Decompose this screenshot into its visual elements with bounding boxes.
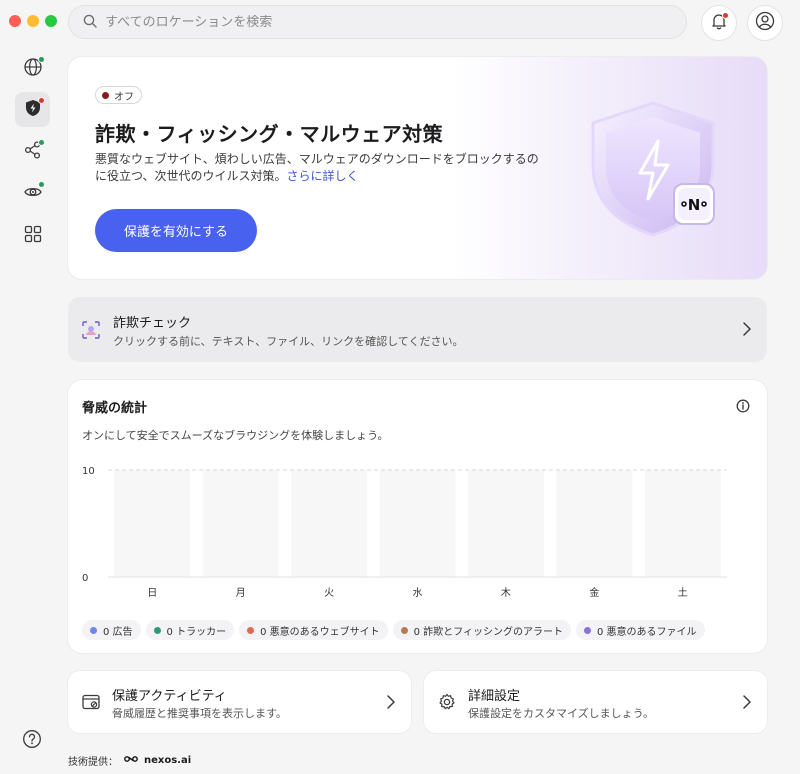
scam-check-subtitle: クリックする前に、テキスト、ファイル、リンクを確認してください。 [113, 335, 464, 348]
legend-color-dot [583, 626, 591, 634]
sidebar-item-web-protection[interactable] [15, 51, 50, 86]
legend-label: 0 悪意のあるウェブサイト [260, 626, 380, 638]
status-dot [38, 181, 45, 188]
legend-item: 0 悪意のあるファイル [575, 620, 705, 640]
x-tick-label: 金 [589, 586, 599, 599]
search-icon [83, 13, 97, 32]
bar-column-bg [114, 470, 191, 577]
status-dot [102, 91, 109, 99]
stats-subtitle: オンにして安全でスムーズなブラウジングを体験しましょう。 [82, 429, 389, 442]
chevron-right-icon [742, 321, 752, 341]
y-tick-label: 0 [82, 573, 88, 584]
bar-column-bg [379, 470, 456, 577]
notification-dot [722, 12, 729, 19]
protection-activity-card[interactable]: 保護アクティビティ 脅威履歴と推奨事項を表示します。 [68, 671, 411, 733]
bar-column-bg [467, 470, 544, 577]
legend-color-dot [153, 626, 161, 634]
x-tick-label: 水 [413, 587, 423, 599]
info-icon[interactable] [736, 398, 750, 417]
x-tick-label: 日 [147, 588, 157, 599]
legend-item: 0 トラッカー [145, 620, 235, 640]
scam-check-row[interactable]: 詐欺チェック クリックする前に、テキスト、ファイル、リンクを確認してください。 [68, 297, 767, 362]
account-button[interactable] [747, 5, 783, 41]
threat-protection-card: オフ 詐欺・フィッシング・マルウェア対策 悪質なウェブサイト、煩わしい広告、マル… [68, 57, 767, 279]
threat-chart: 0 10 日 月 火 水 木 金 土 [82, 466, 727, 599]
zoom-window-button[interactable] [45, 15, 57, 27]
gear-icon [437, 692, 457, 716]
enable-protection-button[interactable]: 保護を有効にする [95, 209, 257, 252]
help-icon[interactable] [22, 729, 42, 753]
learn-more-link[interactable]: さらに詳しく [287, 169, 359, 183]
chevron-right-icon [742, 694, 752, 714]
x-tick-label: 月 [236, 587, 246, 599]
activity-window-icon [81, 692, 101, 716]
x-tick-label: 火 [324, 587, 334, 599]
legend-label: 0 トラッカー [166, 626, 227, 638]
bar-column-bg [644, 470, 721, 577]
minimize-window-button[interactable] [27, 15, 39, 27]
legend-label: 0 詐欺とフィッシングのアラート [413, 626, 563, 638]
scam-check-title: 詐欺チェック [113, 316, 192, 331]
x-tick-label: 土 [678, 586, 688, 599]
protection-activity-subtitle: 脅威履歴と推奨事項を表示します。 [112, 707, 287, 720]
search-input[interactable] [105, 14, 665, 30]
sidebar-item-dark-web-monitor[interactable] [15, 176, 50, 211]
chart-legend: 0 広告 0 トラッカー 0 悪意のあるウェブサイト 0 詐欺とフィッシングのアラート… [82, 620, 705, 640]
brand-name: nexos.ai [144, 755, 192, 766]
user-icon [755, 11, 775, 35]
legend-color-dot [400, 626, 408, 634]
grid-icon [23, 224, 43, 248]
legend-item: 0 悪意のあるウェブサイト [239, 620, 388, 640]
stats-title: 脅威の統計 [82, 401, 148, 416]
sidebar-item-threat-protection[interactable] [15, 92, 50, 127]
threat-stats-card: 脅威の統計 オンにして安全でスムーズなブラウジングを体験しましょう。 0 10 日 月… [68, 380, 767, 653]
bar-column-bg [291, 470, 368, 577]
powered-by-label: 技術提供： [68, 757, 118, 768]
advanced-settings-card[interactable]: 詳細設定 保護設定をカスタマイズしましょう。 [424, 671, 767, 733]
shield-illustration-icon: N [588, 95, 738, 249]
page-title: 詐欺・フィッシング・マルウェア対策 [95, 122, 444, 146]
status-dot [38, 97, 45, 104]
status-badge: オフ [95, 86, 142, 104]
legend-label: 0 広告 [103, 626, 133, 638]
sidebar-item-apps[interactable] [15, 218, 50, 253]
chevron-right-icon [386, 694, 396, 714]
svg-text:N: N [688, 196, 701, 214]
protection-activity-title: 保護アクティビティ [112, 689, 227, 704]
legend-label: 0 悪意のあるファイル [596, 626, 697, 638]
scan-face-icon [81, 320, 101, 344]
legend-item: 0 詐欺とフィッシングのアラート [392, 620, 571, 640]
status-dot [38, 139, 45, 146]
advanced-settings-title: 詳細設定 [468, 689, 521, 704]
notifications-button[interactable] [701, 5, 737, 41]
hero-description: 悪質なウェブサイト、煩わしい広告、マルウェアのダウンロードをブロックするのに役立… [95, 151, 545, 185]
legend-item: 0 広告 [82, 620, 141, 640]
x-tick-label: 木 [501, 587, 511, 599]
sidebar-item-meshnet[interactable] [15, 134, 50, 169]
bar-column-bg [202, 470, 279, 577]
footer: 技術提供： nexos.ai [68, 753, 191, 768]
y-tick-label: 10 [82, 466, 95, 477]
status-badge-label: オフ [114, 91, 134, 103]
advanced-settings-subtitle: 保護設定をカスタマイズしましょう。 [468, 707, 655, 720]
legend-color-dot [247, 626, 255, 634]
legend-color-dot [90, 626, 97, 634]
bar-column-bg [556, 470, 633, 577]
status-dot [38, 56, 45, 63]
window-controls [9, 15, 57, 27]
search-bar[interactable] [68, 5, 687, 39]
close-window-button[interactable] [9, 15, 21, 27]
nexos-logo-icon [124, 754, 138, 767]
